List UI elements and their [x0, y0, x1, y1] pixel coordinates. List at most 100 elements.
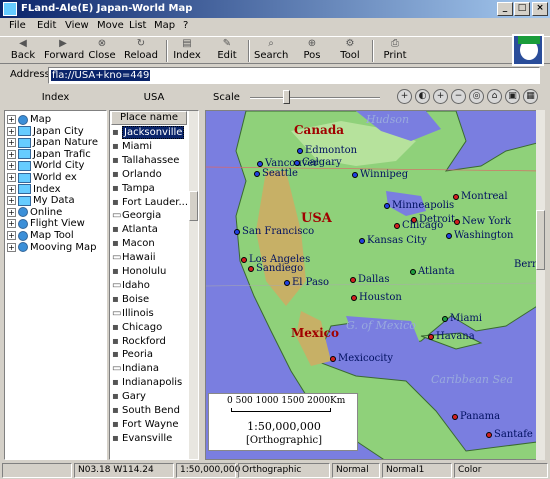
expand-icon[interactable]: + — [7, 242, 16, 252]
list-item[interactable]: ▪ Fort Wayne — [112, 419, 179, 433]
search-button[interactable]: ⌕ Search — [254, 38, 288, 64]
rotate-left-icon[interactable]: ◐ — [415, 89, 430, 104]
place-list-scrollbar[interactable] — [189, 111, 198, 459]
list-item[interactable]: ▪ Orlando — [112, 169, 162, 183]
place-name-column-header[interactable]: Place name — [111, 111, 187, 125]
menu-view[interactable]: View — [65, 20, 89, 31]
list-item[interactable]: ▪ Chicago — [112, 322, 162, 336]
city-marker[interactable] — [428, 334, 434, 340]
menu-edit[interactable]: Edit — [37, 20, 56, 31]
city-label[interactable]: Mexicocity — [338, 353, 393, 364]
city-label[interactable]: Atlanta — [418, 266, 455, 277]
tree-item[interactable]: + Japan City — [7, 126, 84, 138]
scrollbar-thumb[interactable] — [189, 191, 198, 221]
city-marker[interactable] — [454, 219, 460, 225]
expand-icon[interactable]: + — [7, 196, 16, 206]
tree-item[interactable]: + Japan Trafic — [7, 149, 91, 161]
tree-item[interactable]: + World City — [7, 160, 84, 172]
menu-map[interactable]: Map — [154, 20, 175, 31]
list-item[interactable]: ▪ Indianapolis — [112, 377, 182, 391]
list-item[interactable]: ▪ Jacksonville — [112, 126, 185, 141]
list-item[interactable]: ▪ Atlanta — [112, 224, 158, 238]
reload-button[interactable]: ↻ Reload — [122, 38, 160, 64]
city-label[interactable]: Chicago — [402, 220, 443, 231]
expand-icon[interactable]: + — [7, 138, 16, 148]
list-item[interactable]: ▪ Boise — [112, 294, 149, 308]
menu-list[interactable]: List — [129, 20, 146, 31]
city-marker[interactable] — [446, 233, 452, 239]
menu-file[interactable]: File — [9, 20, 26, 31]
city-label[interactable]: Seattle — [262, 168, 298, 179]
list-item[interactable]: ▪ Rockford — [112, 336, 166, 350]
city-marker[interactable] — [394, 223, 400, 229]
list-item[interactable]: ▭Illinois — [112, 308, 154, 322]
tree-item[interactable]: + Online — [7, 207, 62, 219]
city-label[interactable]: Miami — [450, 313, 482, 324]
list-item[interactable]: ▪ Fort Lauder... — [112, 197, 188, 211]
zoom-in-icon[interactable]: + — [433, 89, 448, 104]
print-button[interactable]: ⎙ Print — [382, 38, 408, 64]
list-item[interactable]: ▭Indiana — [112, 363, 159, 377]
city-label[interactable]: Washington — [454, 230, 513, 241]
home-icon[interactable]: ⌂ — [487, 89, 502, 104]
tree-item[interactable]: + Map Tool — [7, 230, 74, 242]
close-window-button[interactable]: × — [532, 2, 548, 16]
list-item[interactable]: ▭Idaho — [112, 280, 150, 294]
city-label[interactable]: Havana — [436, 331, 475, 342]
pos-button[interactable]: ⊕ Pos — [300, 38, 324, 64]
city-marker[interactable] — [257, 161, 263, 167]
city-label[interactable]: Montreal — [461, 191, 508, 202]
minimize-button[interactable]: _ — [497, 2, 513, 16]
city-marker[interactable] — [410, 269, 416, 275]
center-icon[interactable]: ◎ — [469, 89, 484, 104]
list-item[interactable]: ▪ South Bend — [112, 405, 180, 419]
expand-icon[interactable]: + — [7, 184, 16, 194]
city-marker[interactable] — [452, 414, 458, 420]
expand-icon[interactable]: + — [7, 126, 16, 136]
expand-icon[interactable]: + — [7, 115, 16, 124]
list-item[interactable]: ▭Georgia — [112, 210, 161, 224]
menu-move[interactable]: Move — [97, 20, 124, 31]
city-marker[interactable] — [442, 316, 448, 322]
map-scrollbar[interactable] — [536, 110, 545, 460]
expand-icon[interactable]: + — [7, 207, 16, 217]
close-button[interactable]: ⊗ Close — [86, 38, 118, 64]
city-label[interactable]: Edmonton — [305, 145, 357, 156]
maximize-button[interactable]: □ — [514, 2, 530, 16]
expand-icon[interactable]: + — [7, 219, 16, 229]
city-marker[interactable] — [350, 277, 356, 283]
list-item[interactable]: ▭Hawaii — [112, 252, 156, 266]
city-label[interactable]: Winnipeg — [360, 169, 408, 180]
city-label[interactable]: El Paso — [292, 277, 329, 288]
scale-slider-thumb[interactable] — [283, 90, 290, 104]
tree-item[interactable]: + Japan Nature — [7, 137, 98, 149]
city-label[interactable]: Berr — [514, 259, 537, 270]
city-label[interactable]: San Francisco — [242, 226, 314, 237]
city-marker[interactable] — [284, 280, 290, 286]
city-label[interactable]: Calgary — [302, 157, 342, 168]
city-marker[interactable] — [352, 172, 358, 178]
city-label[interactable]: Santafe — [494, 429, 533, 440]
city-label[interactable]: Minneapolis — [392, 200, 454, 211]
tree-item[interactable]: + Flight View — [7, 218, 85, 230]
city-marker[interactable] — [351, 295, 357, 301]
tree-item[interactable]: + Map — [7, 114, 51, 126]
city-marker[interactable] — [254, 171, 260, 177]
city-marker[interactable] — [330, 356, 336, 362]
city-marker[interactable] — [234, 229, 240, 235]
city-label[interactable]: Kansas City — [367, 235, 427, 246]
list-item[interactable]: ▪ Gary — [112, 391, 146, 405]
city-label[interactable]: Sandiego — [256, 263, 303, 274]
tree-item[interactable]: + Mooving Map — [7, 242, 97, 254]
list-item[interactable]: ▪ Evansville — [112, 433, 172, 447]
zoom-out-icon[interactable]: − — [451, 89, 466, 104]
tree-item[interactable]: + Index — [7, 184, 61, 196]
expand-icon[interactable]: + — [7, 149, 16, 159]
city-marker[interactable] — [384, 203, 390, 209]
list-item[interactable]: ▪ Miami — [112, 141, 152, 155]
tool-button[interactable]: ⚙ Tool — [338, 38, 362, 64]
index-button[interactable]: ▤ Index — [172, 38, 202, 64]
city-label[interactable]: Dallas — [358, 274, 389, 285]
city-label[interactable]: Houston — [359, 292, 402, 303]
map-view[interactable]: Canada USA Mexico Hudson G. of Mexico Caribbe… — [205, 110, 544, 460]
